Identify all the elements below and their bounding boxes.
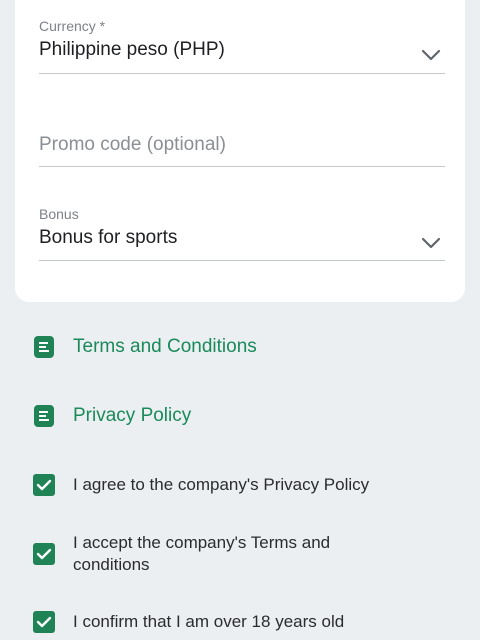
- terms-link-label: Terms and Conditions: [73, 336, 257, 357]
- chevron-down-icon: [421, 237, 441, 249]
- bonus-underline: [39, 260, 445, 261]
- age-confirm-row: I confirm that I am over 18 years old: [33, 611, 393, 633]
- accept-terms-checkbox[interactable]: [33, 543, 55, 565]
- checkmark-icon: [36, 616, 52, 628]
- agree-privacy-label: I agree to the company's Privacy Policy: [73, 475, 370, 494]
- document-icon: [34, 405, 54, 427]
- terms-link[interactable]: Terms and Conditions: [34, 336, 257, 358]
- accept-terms-row: I accept the company's Terms and conditi…: [33, 532, 393, 576]
- bonus-label: Bonus: [39, 206, 79, 222]
- document-icon: [34, 336, 54, 358]
- bonus-select[interactable]: Bonus Bonus for sports: [39, 206, 445, 264]
- currency-select[interactable]: Currency * Philippine peso (PHP): [39, 18, 445, 76]
- currency-underline: [39, 73, 445, 74]
- privacy-link[interactable]: Privacy Policy: [34, 405, 191, 427]
- agree-privacy-checkbox[interactable]: [33, 474, 55, 496]
- promo-code-input[interactable]: Promo code (optional): [39, 134, 445, 170]
- currency-label: Currency *: [39, 18, 106, 34]
- accept-terms-label: I accept the company's Terms and conditi…: [73, 533, 331, 574]
- currency-value: Philippine peso (PHP): [39, 39, 225, 60]
- age-confirm-checkbox[interactable]: [33, 611, 55, 633]
- age-confirm-label: I confirm that I am over 18 years old: [73, 612, 345, 631]
- privacy-link-label: Privacy Policy: [73, 405, 192, 426]
- chevron-down-icon: [421, 49, 441, 61]
- checkmark-icon: [36, 479, 52, 491]
- checkmark-icon: [36, 548, 52, 560]
- agree-privacy-row: I agree to the company's Privacy Policy: [33, 474, 393, 496]
- bonus-value: Bonus for sports: [39, 227, 178, 248]
- promo-code-underline: [39, 166, 445, 167]
- promo-code-placeholder: Promo code (optional): [39, 134, 226, 155]
